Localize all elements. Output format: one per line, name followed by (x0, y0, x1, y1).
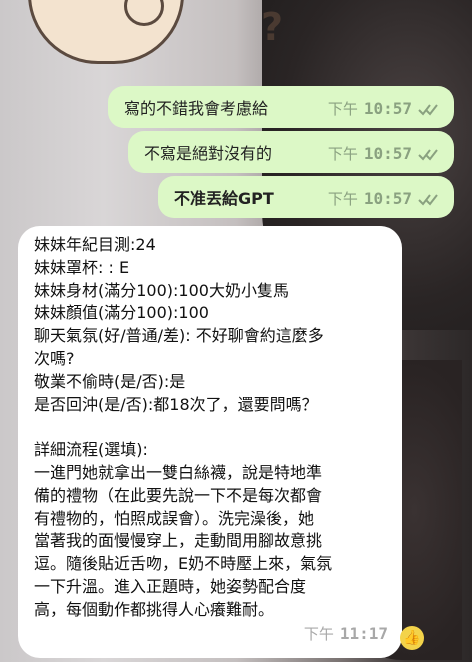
outgoing-message[interactable]: 不准丟給GPT 下午 10:57 (158, 176, 454, 218)
timestamp: 10:57 (363, 99, 412, 118)
double-check-icon (418, 103, 438, 116)
message-text: 寫的不錯我會考慮給 (124, 99, 269, 118)
message-meta: 下午 11:17 (304, 623, 388, 644)
message-text: 不寫是絕對沒有的 (144, 144, 273, 163)
double-check-icon (418, 193, 438, 206)
message-line: 一下升溫。進入正題時，她姿勢配合度 (34, 576, 307, 596)
message-line (34, 416, 392, 439)
outgoing-message[interactable]: 寫的不錯我會考慮給 下午 10:57 (108, 86, 454, 128)
sticker[interactable] (28, 0, 184, 64)
timestamp: 11:17 (339, 624, 388, 643)
time-prefix: 下午 (303, 625, 334, 643)
message-meta: 下午 10:57 (328, 143, 440, 164)
double-check-icon (418, 148, 438, 161)
message-line: 妹妹年紀目測:24 (34, 235, 156, 254)
message-line: 高，每個動作都挑得人心癢難耐。 (34, 599, 275, 619)
message-line: 敬業不偷時(是/否):是 (34, 371, 186, 391)
message-line: 次嗎? (34, 348, 75, 368)
message-body: 妹妹年紀目測:24 妹妹罩杯: : E 妹妹身材(滿分100):100大奶小隻馬… (34, 234, 392, 622)
time-prefix: 下午 (327, 100, 358, 118)
message-line: 有禮物的，怕照成誤會）。洗完澡後，她 (34, 508, 315, 528)
message-line: 妹妹罩杯: : E (34, 257, 130, 277)
message-line: 逗。隨後貼近舌吻，E奶不時壓上來，氣氛 (34, 554, 333, 574)
message-line: 是否回沖(是/否):都18次了，還要問嗎？ (34, 394, 318, 414)
thumbs-up-icon[interactable]: 👍 (400, 626, 424, 650)
incoming-message[interactable]: 妹妹年紀目測:24 妹妹罩杯: : E 妹妹身材(滿分100):100大奶小隻馬… (18, 226, 402, 658)
outgoing-message[interactable]: 不寫是絕對沒有的 下午 10:57 (128, 131, 454, 173)
message-line: 妹妹顏值(滿分100):100 (34, 303, 209, 323)
message-meta: 下午 10:57 (328, 188, 440, 209)
timestamp: 10:57 (363, 144, 412, 163)
message-text: 不准丟給GPT (174, 189, 274, 208)
question-mark: ? (260, 5, 284, 49)
message-line: 一進門她就拿出一雙白絲襪，說是特地準 (34, 462, 323, 482)
time-prefix: 下午 (327, 190, 358, 208)
message-line: 當著我的面慢慢穿上，走動間用腳故意挑 (34, 531, 323, 551)
time-prefix: 下午 (327, 145, 358, 163)
timestamp: 10:57 (363, 189, 412, 208)
message-line: 聊天氣氛(好/普通/差): 不好聊會約這麼多 (34, 326, 324, 346)
message-line: 備的禮物（在此要先說一下不是每次都會 (34, 485, 323, 505)
message-line: 妹妹身材(滿分100):100大奶小隻馬 (34, 280, 289, 300)
message-line: 詳細流程(選填): (34, 440, 148, 460)
message-meta: 下午 10:57 (328, 98, 440, 119)
